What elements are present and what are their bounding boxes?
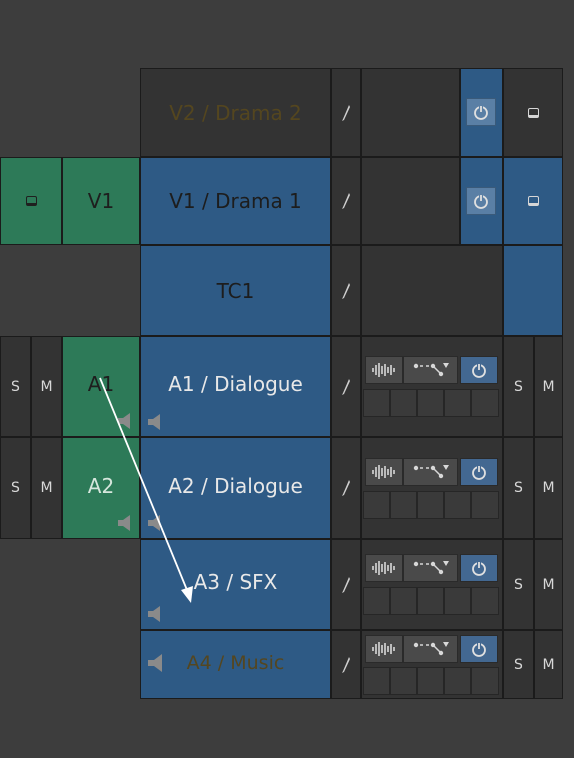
keyframe-icon[interactable]: [403, 458, 458, 486]
source-label-a1: A1: [87, 372, 115, 396]
track-name-a1: A1 / Dialogue: [168, 372, 303, 396]
pen-icon[interactable]: [331, 539, 361, 630]
speaker-icon: [146, 604, 166, 624]
track-name-v1: V1 / Drama 1: [169, 189, 302, 213]
pen-icon[interactable]: [331, 336, 361, 437]
keyframe-icon[interactable]: [403, 554, 458, 582]
solo-button-a1[interactable]: S: [503, 336, 534, 437]
effect-slot[interactable]: [390, 587, 417, 615]
mute-button-a4[interactable]: M: [534, 630, 563, 699]
speaker-icon: [146, 651, 168, 675]
mute-button-a3[interactable]: M: [534, 539, 563, 630]
mute-button-a1[interactable]: M: [534, 336, 563, 437]
pen-icon[interactable]: [331, 437, 361, 539]
track-enable-tc1[interactable]: [503, 245, 563, 336]
track-name-v2: V2 / Drama 2: [169, 100, 302, 125]
waveform-icon[interactable]: [365, 635, 403, 663]
effect-slot[interactable]: [417, 587, 444, 615]
solo-button-a2[interactable]: S: [503, 437, 534, 539]
pen-icon[interactable]: [331, 68, 361, 157]
solo-button-a4[interactable]: S: [503, 630, 534, 699]
track-lane-v1: [361, 157, 460, 245]
waveform-icon[interactable]: [365, 356, 403, 384]
power-icon[interactable]: [460, 554, 498, 582]
square-toggle-icon[interactable]: [503, 68, 563, 157]
effect-slot[interactable]: [390, 491, 417, 519]
keyframe-icon[interactable]: [403, 356, 458, 384]
effect-slot[interactable]: [363, 491, 390, 519]
solo-button-a3[interactable]: S: [503, 539, 534, 630]
effect-slot[interactable]: [390, 667, 417, 695]
waveform-icon[interactable]: [365, 458, 403, 486]
effect-slot[interactable]: [444, 667, 471, 695]
track-lane-v2: [361, 68, 460, 157]
effect-slot[interactable]: [363, 667, 390, 695]
track-controls-a3: [361, 539, 503, 630]
effect-slot[interactable]: [471, 491, 499, 519]
mute-button-a2[interactable]: M: [534, 437, 563, 539]
power-icon[interactable]: [466, 187, 496, 215]
track-name-tc1: TC1: [216, 278, 255, 303]
waveform-icon[interactable]: [365, 554, 403, 582]
track-controls-a1: [361, 336, 503, 437]
track-name-a2: A2 / Dialogue: [168, 474, 303, 498]
effect-slot[interactable]: [471, 587, 499, 615]
effect-slot[interactable]: [471, 667, 499, 695]
square-toggle-icon[interactable]: [503, 157, 563, 245]
track-name-a4: A4 / Music: [186, 652, 285, 674]
square-toggle-icon[interactable]: [0, 157, 62, 245]
speaker-icon: [146, 412, 166, 432]
power-icon[interactable]: [460, 458, 498, 486]
effect-slot[interactable]: [444, 491, 471, 519]
power-icon[interactable]: [466, 98, 496, 126]
effect-slot[interactable]: [471, 389, 499, 417]
source-label-a2: A2: [87, 474, 115, 498]
effect-slot[interactable]: [417, 667, 444, 695]
solo-button-a1[interactable]: S: [0, 336, 31, 437]
track-lane-tc1: [361, 245, 503, 336]
track-controls-a2: [361, 437, 503, 539]
speaker-icon: [116, 411, 136, 431]
effect-slot[interactable]: [444, 389, 471, 417]
keyframe-icon[interactable]: [403, 635, 458, 663]
speaker-icon: [146, 513, 166, 533]
effect-slot[interactable]: [390, 389, 417, 417]
pen-icon[interactable]: [331, 157, 361, 245]
power-icon[interactable]: [460, 635, 498, 663]
pen-icon[interactable]: [331, 245, 361, 336]
solo-button-a2[interactable]: S: [0, 437, 31, 539]
effect-slot[interactable]: [363, 587, 390, 615]
mute-button-a1[interactable]: M: [31, 336, 62, 437]
power-icon[interactable]: [460, 356, 498, 384]
effect-slot[interactable]: [444, 587, 471, 615]
pen-icon[interactable]: [331, 630, 361, 699]
speaker-icon: [116, 513, 136, 533]
track-name-a3: A3 / SFX: [193, 570, 278, 594]
mute-button-a2[interactable]: M: [31, 437, 62, 539]
effect-slot[interactable]: [417, 389, 444, 417]
effect-slot[interactable]: [363, 389, 390, 417]
effect-slot[interactable]: [417, 491, 444, 519]
source-label-v1[interactable]: V1: [62, 157, 140, 245]
